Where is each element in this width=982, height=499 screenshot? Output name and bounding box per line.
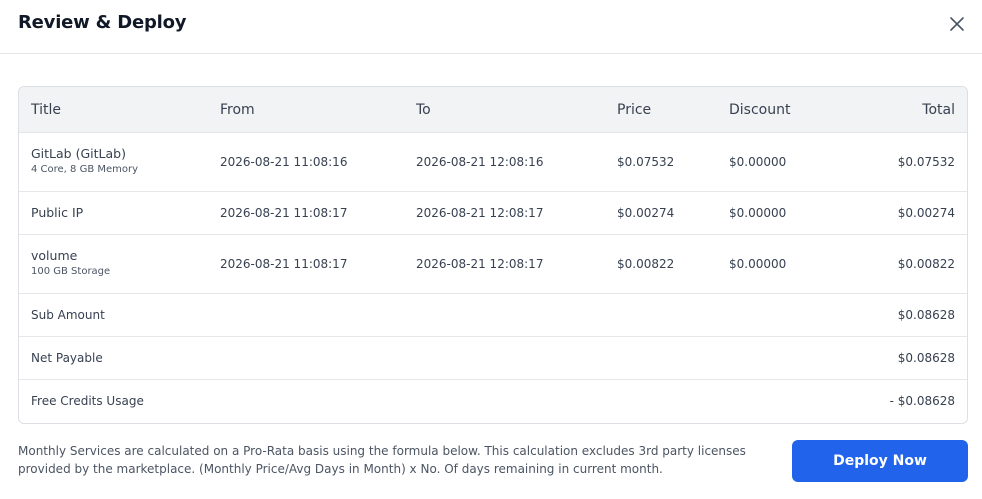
item-title-cell: Public IP (31, 205, 83, 220)
item-detail: 100 GB Storage (31, 266, 111, 277)
summary-value: - $0.08628 (889, 394, 955, 408)
item-total: $0.00822 (897, 257, 955, 271)
table-row: Public IP 2026-08-21 11:08:17 2026-08-21… (19, 192, 967, 235)
table-row: GitLab (GitLab) 4 Core, 8 GB Memory 2026… (19, 133, 967, 192)
summary-label: Net Payable (31, 351, 103, 365)
item-name: volume (31, 248, 78, 263)
item-from: 2026-08-21 11:08:17 (220, 257, 348, 271)
item-discount: $0.00000 (729, 206, 787, 220)
item-price: $0.00274 (617, 206, 675, 220)
item-to: 2026-08-21 12:08:17 (416, 257, 544, 271)
summary-value: $0.08628 (897, 351, 955, 365)
column-header-total: Total (922, 102, 955, 118)
pro-rata-note: Monthly Services are calculated on a Pro… (18, 444, 746, 476)
summary-label: Free Credits Usage (31, 394, 144, 408)
item-name: Public IP (31, 205, 84, 220)
item-discount: $0.00000 (729, 155, 787, 169)
summary-row-sub-amount: Sub Amount $0.08628 (19, 294, 967, 337)
item-to: 2026-08-21 12:08:16 (416, 155, 544, 169)
summary-value: $0.08628 (897, 308, 955, 322)
item-total: $0.00274 (897, 206, 955, 220)
item-price: $0.00822 (617, 257, 675, 271)
summary-row-net-payable: Net Payable $0.08628 (19, 337, 967, 380)
item-from: 2026-08-21 11:08:17 (220, 206, 348, 220)
item-from: 2026-08-21 11:08:16 (220, 155, 348, 169)
item-title-cell: GitLab (GitLab) 4 Core, 8 GB Memory (31, 146, 138, 175)
summary-label: Sub Amount (31, 308, 105, 322)
close-icon (950, 17, 964, 31)
table-header: Title From To Price Discount Total (19, 87, 967, 133)
item-to: 2026-08-21 12:08:17 (416, 206, 544, 220)
item-price: $0.07532 (617, 155, 675, 169)
review-table: Title From To Price Discount Total GitLa… (18, 86, 968, 424)
item-discount: $0.00000 (729, 257, 787, 271)
column-header-title: Title (31, 102, 62, 118)
deploy-now-button[interactable]: Deploy Now (792, 440, 968, 482)
item-total: $0.07532 (897, 155, 955, 169)
item-detail: 4 Core, 8 GB Memory (31, 164, 139, 175)
item-title-cell: volume 100 GB Storage (31, 248, 110, 277)
dialog-title: Review & Deploy (18, 12, 187, 33)
column-header-from: From (220, 102, 255, 118)
table-row: volume 100 GB Storage 2026-08-21 11:08:1… (19, 235, 967, 294)
item-name: GitLab (GitLab) (31, 146, 126, 161)
column-header-to: To (416, 102, 431, 118)
column-header-price: Price (617, 102, 652, 118)
dialog-header: Review & Deploy (0, 0, 982, 54)
summary-row-free-credits: Free Credits Usage - $0.08628 (19, 380, 967, 423)
close-button[interactable] (948, 15, 966, 33)
column-header-discount: Discount (729, 102, 791, 118)
